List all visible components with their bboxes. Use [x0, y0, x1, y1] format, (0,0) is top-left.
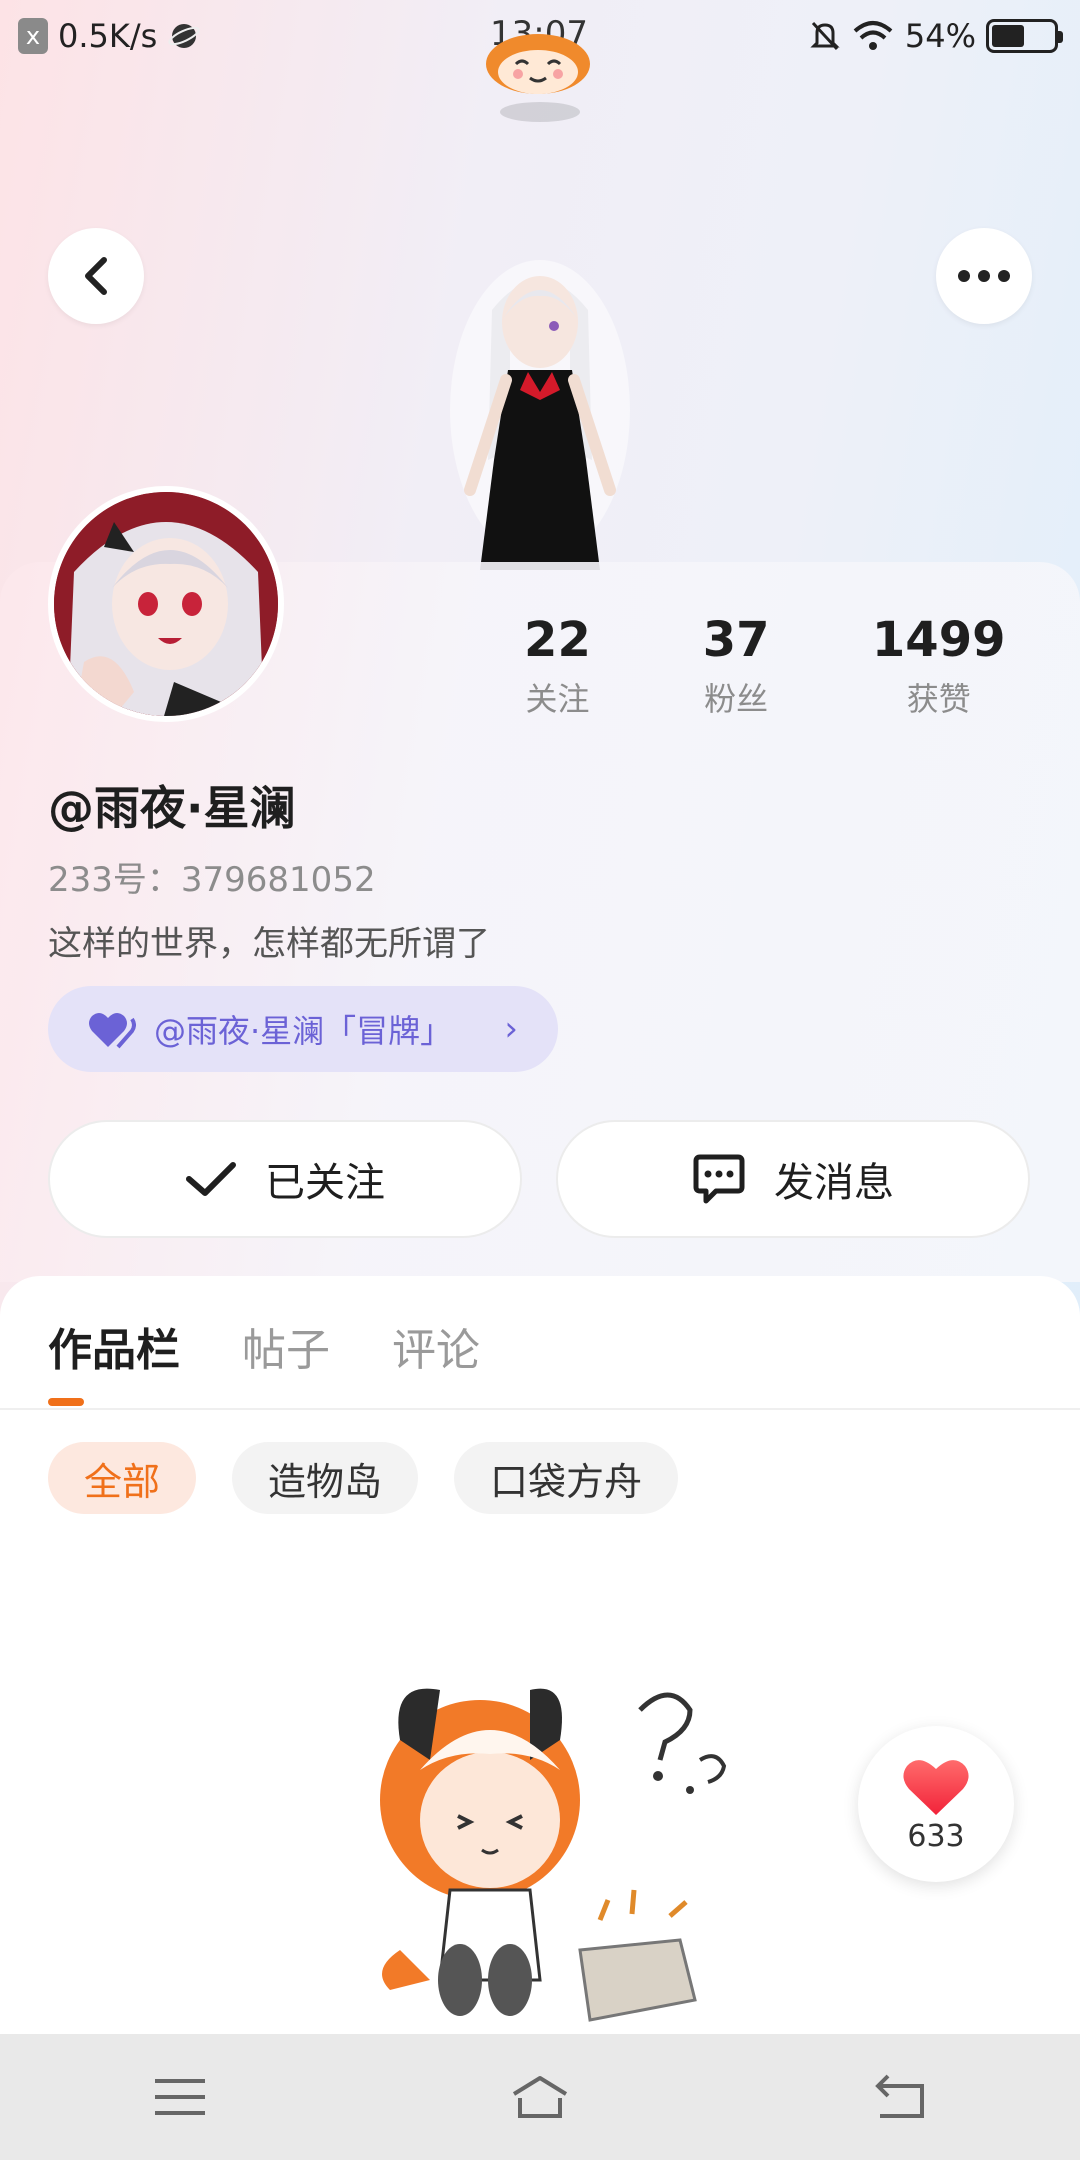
fan-badge-label: @雨夜·星澜「冒牌」 [154, 1012, 453, 1050]
likes-label: 获赞 [906, 680, 971, 718]
chip-pocket-ark[interactable]: 口袋方舟 [454, 1442, 679, 1514]
character-model-image [450, 260, 630, 570]
followed-button-label: 已关注 [265, 1160, 385, 1206]
profile-stats: 22 关注 37 粉丝 1499 获赞 [480, 612, 1040, 720]
chat-bubble-icon [693, 1154, 745, 1204]
heart-icon [903, 1759, 969, 1815]
followers-stat[interactable]: 37 粉丝 [635, 612, 838, 720]
followed-button[interactable]: 已关注 [48, 1120, 522, 1238]
send-message-label: 发消息 [774, 1160, 894, 1206]
mascot-face-icon [486, 34, 590, 94]
back-icon [875, 2074, 924, 2118]
more-horizontal-icon [958, 270, 1010, 282]
recent-apps-button[interactable] [120, 2047, 240, 2147]
more-button[interactable] [936, 228, 1032, 324]
chip-all[interactable]: 全部 [48, 1442, 197, 1514]
battery-percent: 54% [904, 17, 976, 55]
tab-works[interactable]: 作品栏 [48, 1314, 180, 1378]
divider [0, 1408, 1080, 1410]
network-speed: 0.5K/s [58, 17, 158, 55]
like-button[interactable]: 633 [858, 1726, 1014, 1882]
following-count: 22 [524, 612, 591, 668]
following-label: 关注 [525, 680, 590, 718]
likes-stat[interactable]: 1499 获赞 [837, 612, 1040, 720]
tab-posts[interactable]: 帖子 [242, 1314, 330, 1378]
chip-creation-island[interactable]: 造物岛 [232, 1442, 419, 1514]
tab-comments[interactable]: 评论 [392, 1314, 480, 1378]
nickname: @雨夜·星澜 [48, 781, 296, 835]
back-button[interactable] [48, 228, 144, 324]
avatar[interactable] [48, 486, 284, 722]
followers-count: 37 [702, 612, 770, 668]
heart-icon [89, 1012, 136, 1049]
profile-screen: x 0.5K/s 54% 13:07 22 关注 37 粉丝 1499 获赞 @… [0, 0, 1080, 2160]
system-nav-bar [0, 2034, 1080, 2160]
likes-count: 1499 [871, 612, 1006, 668]
like-count: 633 [907, 1818, 965, 1854]
send-message-button[interactable]: 发消息 [556, 1120, 1030, 1238]
bio: 这样的世界，怎样都无所谓了 [48, 924, 490, 964]
chevron-left-icon [85, 257, 107, 295]
followers-label: 粉丝 [704, 680, 769, 718]
filter-chips: 全部 造物岛 口袋方舟 [48, 1442, 679, 1514]
active-tab-indicator [48, 1398, 84, 1406]
user-id: 233号：379681052 [48, 860, 376, 900]
battery-level [992, 25, 1025, 47]
chevron-right-icon: › [504, 1009, 518, 1049]
notification-close-icon: x [18, 18, 48, 54]
back-nav-button[interactable] [840, 2047, 960, 2147]
planet-icon [168, 24, 200, 48]
menu-icon [155, 2079, 205, 2115]
following-stat[interactable]: 22 关注 [480, 612, 635, 720]
content-tabs: 作品栏 帖子 评论 [48, 1314, 480, 1378]
check-icon [186, 1162, 236, 1196]
avatar-image [54, 492, 278, 716]
fan-group-badge[interactable]: @雨夜·星澜「冒牌」 › [48, 986, 558, 1072]
home-icon [512, 2076, 568, 2118]
wifi-icon [853, 21, 893, 50]
home-button[interactable] [480, 2047, 600, 2147]
battery-icon [986, 19, 1063, 53]
empty-state-illustration [380, 1688, 727, 2022]
mute-bell-icon [810, 21, 840, 51]
